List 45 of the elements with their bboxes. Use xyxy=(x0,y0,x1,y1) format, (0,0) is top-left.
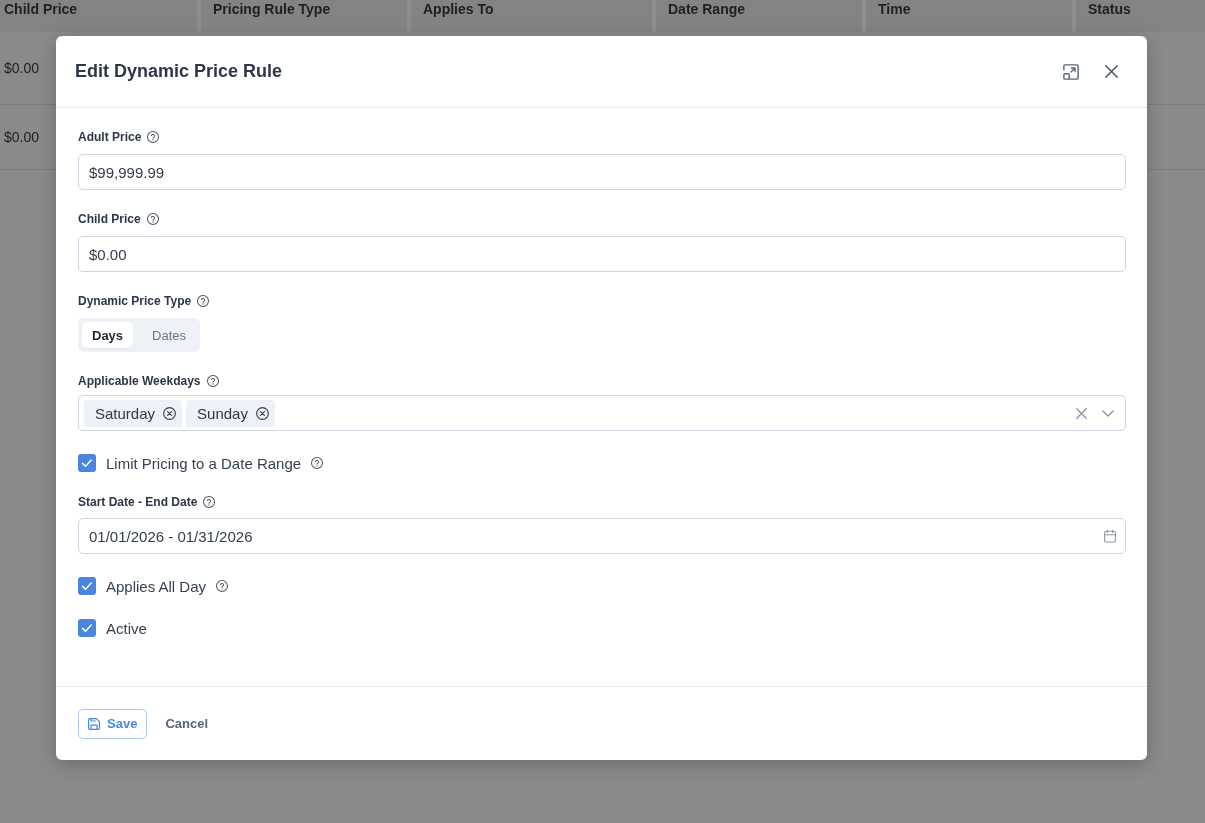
dialog-title: Edit Dynamic Price Rule xyxy=(75,61,283,82)
help-icon[interactable] xyxy=(206,375,219,387)
close-icon[interactable] xyxy=(1105,65,1118,78)
remove-icon[interactable] xyxy=(255,406,269,420)
table-cell-text: $0.00 xyxy=(3,60,40,76)
checkbox-label: Applies All Day xyxy=(106,577,207,595)
column-header[interactable]: Date Range xyxy=(652,0,862,32)
clear-icon[interactable] xyxy=(1076,407,1087,419)
chevron-down-icon[interactable] xyxy=(1102,409,1114,417)
table-cell-text: $0.00 xyxy=(3,129,40,145)
help-icon[interactable] xyxy=(203,496,216,508)
field-label: Start Date - End Date xyxy=(78,495,198,509)
field-label: Applicable Weekdays xyxy=(78,374,201,388)
help-icon[interactable] xyxy=(147,131,160,143)
tag-label: Sunday xyxy=(197,404,248,422)
cancel-button[interactable]: Cancel xyxy=(155,708,218,739)
save-button[interactable]: Save xyxy=(78,708,148,739)
help-icon[interactable] xyxy=(197,295,210,307)
field-label: Adult Price xyxy=(78,130,142,144)
tag-label: Saturday xyxy=(95,404,156,422)
calendar-icon[interactable] xyxy=(1104,529,1116,543)
column-header[interactable]: Time xyxy=(862,0,1072,32)
checkbox-label: Limit Pricing to a Date Range xyxy=(106,454,302,472)
column-header[interactable]: Child Price xyxy=(0,0,197,32)
expand-icon[interactable] xyxy=(1063,63,1079,80)
column-header[interactable]: Pricing Rule Type xyxy=(197,0,407,32)
help-icon[interactable] xyxy=(146,213,159,225)
checkbox[interactable] xyxy=(78,619,96,637)
field-label: Dynamic Price Type xyxy=(78,294,192,308)
help-icon[interactable] xyxy=(311,457,324,469)
text-field[interactable]: $0.00 xyxy=(78,236,1126,272)
help-icon[interactable] xyxy=(216,580,229,592)
field-label: Child Price xyxy=(78,212,141,226)
segment-option[interactable]: Days xyxy=(82,322,134,348)
remove-icon[interactable] xyxy=(163,406,177,420)
text-field[interactable]: $99,999.99 xyxy=(78,154,1126,190)
checkbox[interactable] xyxy=(78,577,96,595)
multi-select-field[interactable]: Saturday Sunday xyxy=(78,395,1126,431)
column-header[interactable]: Applies To xyxy=(407,0,652,32)
column-header[interactable]: Status xyxy=(1072,0,1205,32)
date-range-field[interactable]: 01/01/2026 - 01/31/2026 xyxy=(78,518,1126,554)
segment-option[interactable]: Dates xyxy=(142,322,197,348)
checkbox-label: Active xyxy=(106,619,147,637)
save-icon xyxy=(88,717,100,730)
checkbox[interactable] xyxy=(78,454,96,472)
